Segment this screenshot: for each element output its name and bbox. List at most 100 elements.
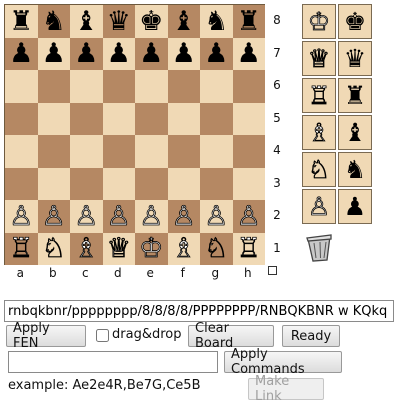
chess-piece[interactable]: ♟ bbox=[9, 40, 33, 67]
square-h4[interactable] bbox=[232, 135, 265, 168]
square-e7[interactable]: ♟ bbox=[135, 37, 168, 70]
square-h3[interactable] bbox=[232, 167, 265, 200]
chess-piece[interactable]: ♙ bbox=[41, 202, 66, 230]
palette-white-piece[interactable]: ♖ bbox=[302, 78, 336, 113]
square-a6[interactable] bbox=[5, 70, 38, 103]
palette-white-piece[interactable]: ♗ bbox=[302, 115, 336, 150]
chess-board[interactable]: ♜ ♞ ♝ ♛ ♚ ♝ ♞ ♜ ♟ ♟ ♟ ♟ ♟ ♟ ♟ ♟ ♙ ♙ ♙ ♙ ♙ ♙ ♙ ♙ ♖ ♘ ♗ ♕ ♔ ♗ ♘ ♖ bbox=[4, 4, 265, 265]
square-d7[interactable]: ♟ bbox=[102, 37, 135, 70]
square-d8[interactable]: ♛ bbox=[102, 5, 135, 38]
square-a5[interactable] bbox=[5, 102, 38, 135]
square-d6[interactable] bbox=[102, 70, 135, 103]
chess-piece[interactable]: ♝ bbox=[172, 8, 196, 35]
chess-piece[interactable]: ♗ bbox=[171, 235, 196, 263]
commands-input[interactable] bbox=[8, 351, 218, 373]
square-f5[interactable] bbox=[167, 102, 200, 135]
square-b1[interactable]: ♘ bbox=[37, 232, 70, 265]
chess-piece[interactable]: ♙ bbox=[171, 202, 196, 230]
square-h1[interactable]: ♖ bbox=[232, 232, 265, 265]
apply-fen-button[interactable]: Apply FEN bbox=[6, 321, 86, 351]
chess-piece[interactable]: ♜ bbox=[237, 8, 261, 35]
square-d2[interactable]: ♙ bbox=[102, 200, 135, 233]
chess-piece[interactable]: ♖ bbox=[236, 235, 261, 263]
square-f1[interactable]: ♗ bbox=[167, 232, 200, 265]
square-c6[interactable] bbox=[70, 70, 103, 103]
square-c2[interactable]: ♙ bbox=[70, 200, 103, 233]
square-e1[interactable]: ♔ bbox=[135, 232, 168, 265]
chess-piece[interactable]: ♘ bbox=[41, 235, 66, 263]
square-b6[interactable] bbox=[37, 70, 70, 103]
square-b7[interactable]: ♟ bbox=[37, 37, 70, 70]
square-g3[interactable] bbox=[200, 167, 233, 200]
square-g4[interactable] bbox=[200, 135, 233, 168]
square-e8[interactable]: ♚ bbox=[135, 5, 168, 38]
square-h2[interactable]: ♙ bbox=[232, 200, 265, 233]
square-g6[interactable] bbox=[200, 70, 233, 103]
square-h5[interactable] bbox=[232, 102, 265, 135]
square-a7[interactable]: ♟ bbox=[5, 37, 38, 70]
square-e4[interactable] bbox=[135, 135, 168, 168]
square-c8[interactable]: ♝ bbox=[70, 5, 103, 38]
chess-piece[interactable]: ♟ bbox=[172, 40, 196, 67]
chess-piece[interactable]: ♙ bbox=[139, 202, 164, 230]
square-g7[interactable]: ♟ bbox=[200, 37, 233, 70]
chess-piece[interactable]: ♙ bbox=[9, 202, 34, 230]
square-d5[interactable] bbox=[102, 102, 135, 135]
square-c5[interactable] bbox=[70, 102, 103, 135]
square-e6[interactable] bbox=[135, 70, 168, 103]
square-g5[interactable] bbox=[200, 102, 233, 135]
palette-black-piece[interactable]: ♟ bbox=[338, 189, 372, 224]
chess-piece[interactable]: ♔ bbox=[139, 235, 164, 263]
palette-black-piece[interactable]: ♜ bbox=[338, 78, 372, 113]
chess-piece[interactable]: ♛ bbox=[107, 8, 131, 35]
square-e5[interactable] bbox=[135, 102, 168, 135]
chess-piece[interactable]: ♞ bbox=[204, 8, 228, 35]
palette-black-piece[interactable]: ♞ bbox=[338, 152, 372, 187]
square-b2[interactable]: ♙ bbox=[37, 200, 70, 233]
chess-piece[interactable]: ♟ bbox=[204, 40, 228, 67]
apply-commands-button[interactable]: Apply Commands bbox=[224, 347, 342, 377]
chess-piece[interactable]: ♝ bbox=[74, 8, 98, 35]
chess-piece[interactable]: ♜ bbox=[9, 8, 33, 35]
chess-piece[interactable]: ♕ bbox=[106, 235, 131, 263]
chess-piece[interactable]: ♖ bbox=[9, 235, 34, 263]
square-d1[interactable]: ♕ bbox=[102, 232, 135, 265]
chess-piece[interactable]: ♟ bbox=[139, 40, 163, 67]
chess-piece[interactable]: ♗ bbox=[74, 235, 99, 263]
chess-piece[interactable]: ♙ bbox=[106, 202, 131, 230]
palette-black-piece[interactable]: ♚ bbox=[338, 4, 372, 39]
square-d4[interactable] bbox=[102, 135, 135, 168]
square-a2[interactable]: ♙ bbox=[5, 200, 38, 233]
chess-piece[interactable]: ♟ bbox=[107, 40, 131, 67]
square-h7[interactable]: ♟ bbox=[232, 37, 265, 70]
square-f7[interactable]: ♟ bbox=[167, 37, 200, 70]
square-e2[interactable]: ♙ bbox=[135, 200, 168, 233]
square-c4[interactable] bbox=[70, 135, 103, 168]
palette-white-piece[interactable]: ♘ bbox=[302, 152, 336, 187]
fen-input[interactable] bbox=[4, 300, 394, 322]
chess-piece[interactable]: ♚ bbox=[139, 8, 163, 35]
square-f6[interactable] bbox=[167, 70, 200, 103]
square-d3[interactable] bbox=[102, 167, 135, 200]
square-b5[interactable] bbox=[37, 102, 70, 135]
chess-piece[interactable]: ♟ bbox=[237, 40, 261, 67]
chess-piece[interactable]: ♟ bbox=[42, 40, 66, 67]
square-h6[interactable] bbox=[232, 70, 265, 103]
palette-white-piece[interactable]: ♕ bbox=[302, 41, 336, 76]
chess-piece[interactable]: ♙ bbox=[204, 202, 229, 230]
square-b8[interactable]: ♞ bbox=[37, 5, 70, 38]
square-f2[interactable]: ♙ bbox=[167, 200, 200, 233]
palette-white-piece[interactable]: ♔ bbox=[302, 4, 336, 39]
square-c1[interactable]: ♗ bbox=[70, 232, 103, 265]
square-f4[interactable] bbox=[167, 135, 200, 168]
chess-piece[interactable]: ♞ bbox=[42, 8, 66, 35]
ready-button[interactable]: Ready bbox=[282, 325, 340, 347]
chess-piece[interactable]: ♘ bbox=[204, 235, 229, 263]
clear-board-button[interactable]: Clear Board bbox=[188, 321, 274, 351]
square-b4[interactable] bbox=[37, 135, 70, 168]
square-g2[interactable]: ♙ bbox=[200, 200, 233, 233]
chess-piece[interactable]: ♙ bbox=[74, 202, 99, 230]
palette-black-piece[interactable]: ♝ bbox=[338, 115, 372, 150]
chess-piece[interactable]: ♙ bbox=[236, 202, 261, 230]
square-g8[interactable]: ♞ bbox=[200, 5, 233, 38]
